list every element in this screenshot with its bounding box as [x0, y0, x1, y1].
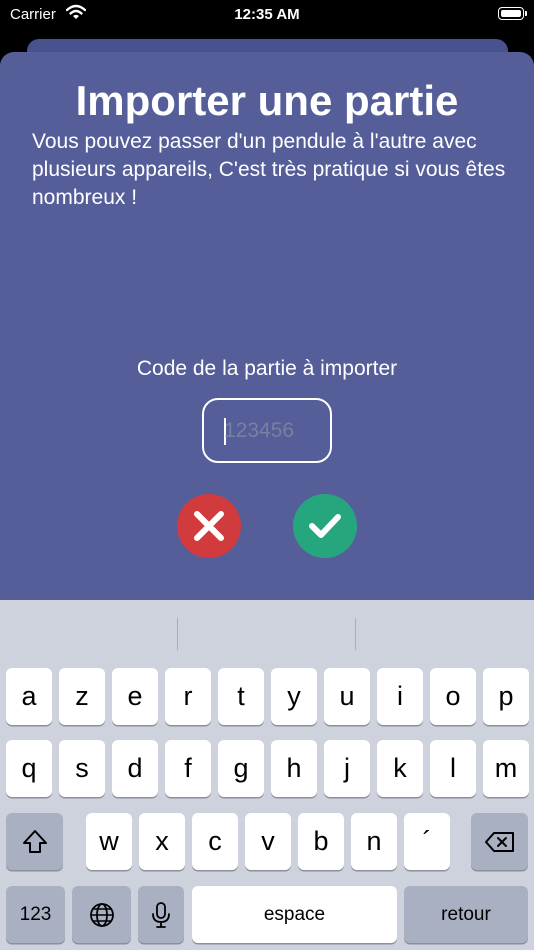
- globe-icon: [89, 902, 114, 927]
- key-e[interactable]: e: [112, 668, 158, 725]
- key-v[interactable]: v: [245, 813, 291, 870]
- backspace-icon: [484, 831, 514, 852]
- key-z[interactable]: z: [59, 668, 105, 725]
- key-x[interactable]: x: [139, 813, 185, 870]
- shift-key[interactable]: [6, 813, 63, 870]
- check-icon: [309, 514, 341, 538]
- code-label: Code de la partie à importer: [136, 357, 398, 380]
- suggestion-divider: [355, 618, 356, 650]
- key-m[interactable]: m: [483, 740, 529, 797]
- page-title: Importer une partie: [75, 77, 459, 124]
- key-l[interactable]: l: [430, 740, 476, 797]
- dictation-key[interactable]: [138, 886, 184, 943]
- microphone-icon: [152, 901, 170, 928]
- key-q[interactable]: q: [6, 740, 52, 797]
- status-bar: Carrier 12:35 AM: [0, 0, 534, 30]
- key-s[interactable]: s: [59, 740, 105, 797]
- description-text: Vous pouvez passer d'un pendule à l'autr…: [32, 130, 506, 209]
- shift-icon: [22, 829, 47, 853]
- return-key[interactable]: retour: [404, 886, 528, 943]
- cancel-button[interactable]: [177, 494, 241, 558]
- battery-icon: [498, 7, 527, 20]
- key-w[interactable]: w: [86, 813, 132, 870]
- confirm-button[interactable]: [293, 494, 357, 558]
- key-r[interactable]: r: [165, 668, 211, 725]
- key-o[interactable]: o: [430, 668, 476, 725]
- space-key[interactable]: espace: [192, 886, 397, 943]
- key-h[interactable]: h: [271, 740, 317, 797]
- key-b[interactable]: b: [298, 813, 344, 870]
- backspace-key[interactable]: [471, 813, 528, 870]
- code-input[interactable]: [224, 416, 324, 446]
- close-icon: [194, 511, 224, 541]
- key-a[interactable]: a: [6, 668, 52, 725]
- key-g[interactable]: g: [218, 740, 264, 797]
- globe-key[interactable]: [72, 886, 131, 943]
- key-i[interactable]: i: [377, 668, 423, 725]
- import-sheet: Importer une partie Vous pouvez passer d…: [0, 52, 534, 652]
- key-n[interactable]: n: [351, 813, 397, 870]
- key-accent[interactable]: ´: [404, 813, 450, 870]
- code-field[interactable]: [202, 398, 332, 463]
- key-t[interactable]: t: [218, 668, 264, 725]
- key-d[interactable]: d: [112, 740, 158, 797]
- keyboard: a z e r t y u i o p q s d f g h j k l m …: [0, 600, 534, 950]
- key-u[interactable]: u: [324, 668, 370, 725]
- key-j[interactable]: j: [324, 740, 370, 797]
- key-y[interactable]: y: [271, 668, 317, 725]
- key-f[interactable]: f: [165, 740, 211, 797]
- key-k[interactable]: k: [377, 740, 423, 797]
- numbers-key[interactable]: 123: [6, 886, 65, 943]
- key-p[interactable]: p: [483, 668, 529, 725]
- status-time: 12:35 AM: [234, 6, 300, 23]
- suggestion-divider: [177, 618, 178, 650]
- key-c[interactable]: c: [192, 813, 238, 870]
